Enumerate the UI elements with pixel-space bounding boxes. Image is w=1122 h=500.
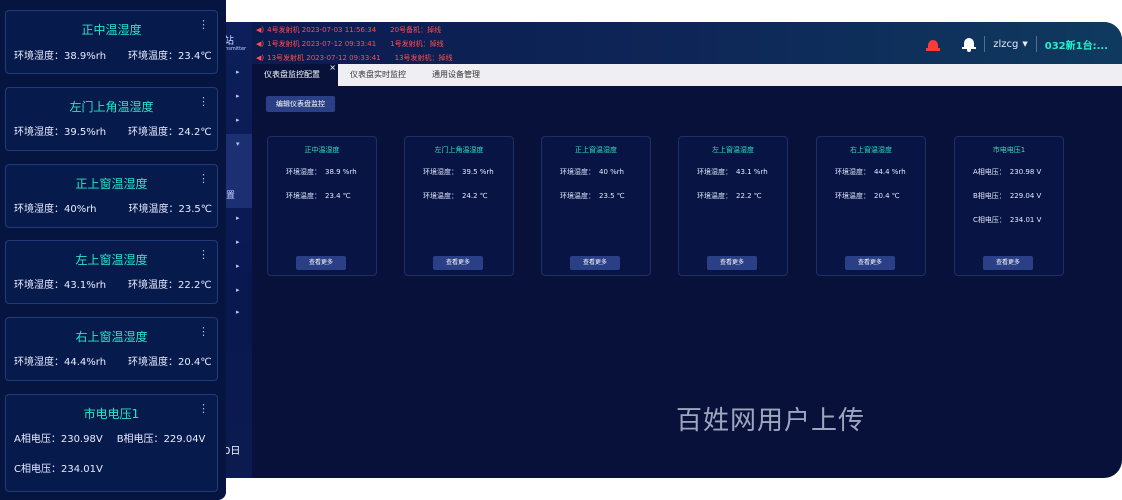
sidebar-item-6[interactable]: ▸: [236, 238, 240, 246]
more-options-icon[interactable]: ⋮: [198, 403, 209, 415]
card-row: 环境温度： 23.4 ℃: [286, 192, 351, 200]
sidebar-item-1[interactable]: ▸: [236, 68, 240, 76]
tab-device-management[interactable]: 通用设备管理: [420, 64, 492, 86]
widget-card-power: 市电电压1 ⋮ A相电压：230.98V B相电压：229.04V C相电压：23…: [5, 394, 218, 492]
view-more-button[interactable]: 查看更多: [570, 256, 620, 270]
widget-row: 环境湿度：44.4%rh 环境温度：20.4℃: [14, 357, 212, 368]
widget-panel: 正中温湿度 ⋮ 环境湿度：38.9%rh 环境温度：23.4℃ 左门上角温湿度 ⋮…: [0, 0, 226, 500]
app-window: 站 ransmitter ▸ ▸ ▸ ▾ 置 ▸ ▸ ▸ ▸ ▸ 0日 ◀) 4号…: [190, 22, 1122, 478]
card-row: A相电压： 230.98 V: [973, 168, 1042, 176]
sidebar-item-7[interactable]: ▸: [236, 262, 240, 270]
chevron-down-icon[interactable]: ▼: [1022, 40, 1027, 48]
speaker-icon: ◀): [256, 54, 265, 62]
tab-bar: 仪表盘监控配置 × 仪表盘实时监控 通用设备管理: [252, 63, 1122, 86]
speaker-icon: ◀): [256, 40, 265, 48]
sidebar-active-item[interactable]: 置: [226, 188, 235, 201]
station-selector[interactable]: 032新1台:...: [1045, 37, 1108, 52]
widget-card: 正中温湿度 ⋮ 环境湿度：38.9%rh 环境温度：23.4℃: [5, 10, 218, 74]
view-more-button[interactable]: 查看更多: [845, 256, 895, 270]
dashboard-card: 正上窗温湿度 环境湿度： 40 %rh 环境温度： 23.5 ℃ 查看更多: [541, 136, 651, 276]
dashboard-card: 右上窗温湿度 环境湿度： 44.4 %rh 环境温度： 20.4 ℃ 查看更多: [816, 136, 926, 276]
edit-dashboard-button[interactable]: 编辑仪表盘监控: [266, 96, 335, 112]
view-more-button[interactable]: 查看更多: [433, 256, 483, 270]
widget-title: 右上窗温湿度: [75, 330, 148, 344]
bell-icon[interactable]: [962, 37, 977, 52]
card-row: 环境温度： 20.4 ℃: [835, 192, 900, 200]
widget-card: 正上窗温湿度 ⋮ 环境湿度：40%rh 环境温度：23.5℃: [5, 164, 218, 228]
card-row: 环境湿度： 44.4 %rh: [835, 168, 906, 176]
alarm-line[interactable]: ◀) 1号发射机 2023-07-12 09:33:41 1号发射机：掉线: [256, 39, 444, 49]
card-row: B相电压： 229.04 V: [973, 192, 1042, 200]
widget-row: A相电压：230.98V B相电压：229.04V: [14, 434, 206, 445]
card-row: 环境湿度： 43.1 %rh: [697, 168, 768, 176]
more-options-icon[interactable]: ⋮: [198, 19, 209, 31]
widget-title: 左门上角温湿度: [69, 100, 154, 114]
date-fragment: 0日: [224, 446, 241, 457]
card-row: 环境湿度： 39.5 %rh: [423, 168, 494, 176]
alarm-line[interactable]: ◀) 13号发射机 2023-07-12 09:33:41 13号发射机：掉线: [256, 53, 453, 63]
card-title: 右上窗温湿度: [850, 146, 892, 154]
more-options-icon[interactable]: ⋮: [198, 173, 209, 185]
tab-dashboard-config[interactable]: 仪表盘监控配置 ×: [252, 63, 338, 86]
speaker-icon: ◀): [256, 26, 265, 34]
sidebar-item-8[interactable]: ▸: [236, 286, 240, 294]
dashboard-card: 市电电压1 A相电压： 230.98 V B相电压： 229.04 V C相电压： 2…: [954, 136, 1064, 276]
more-options-icon[interactable]: ⋮: [198, 249, 209, 261]
card-row: C相电压： 234.01 V: [973, 216, 1042, 224]
widget-title: 市电电压1: [83, 407, 140, 421]
close-icon[interactable]: ×: [329, 57, 336, 79]
tab-dashboard-realtime[interactable]: 仪表盘实时监控: [338, 64, 418, 86]
more-options-icon[interactable]: ⋮: [198, 326, 209, 338]
divider: [1035, 36, 1037, 52]
dashboard-card: 左门上角温湿度 环境湿度： 39.5 %rh 环境温度： 24.2 ℃ 查看更多: [404, 136, 514, 276]
card-row: 环境温度： 24.2 ℃: [423, 192, 488, 200]
widget-title: 正上窗温湿度: [75, 177, 148, 191]
card-title: 正上窗温湿度: [575, 146, 617, 154]
widget-row: 环境湿度：40%rh 环境温度：23.5℃: [14, 204, 212, 215]
alarm-siren-icon[interactable]: [926, 38, 941, 51]
card-row: 环境温度： 22.2 ℃: [697, 192, 762, 200]
card-row: 环境温度： 23.5 ℃: [560, 192, 625, 200]
dashboard-card: 正中温湿度 环境湿度： 38.9 %rh 环境温度： 23.4 ℃ 查看更多: [267, 136, 377, 276]
widget-row: C相电压：234.01V: [14, 464, 103, 475]
widget-row: 环境湿度：43.1%rh 环境温度：22.2℃: [14, 280, 212, 291]
dashboard-card: 左上窗温湿度 环境湿度： 43.1 %rh 环境温度： 22.2 ℃ 查看更多: [678, 136, 788, 276]
view-more-button[interactable]: 查看更多: [296, 256, 346, 270]
sidebar-item-4-expanded[interactable]: ▾: [236, 140, 240, 148]
user-menu[interactable]: zlzcg: [993, 39, 1018, 50]
sidebar-item-2[interactable]: ▸: [236, 92, 240, 100]
top-right-tools: zlzcg ▼ 032新1台:...: [926, 34, 1108, 54]
card-row: 环境湿度： 40 %rh: [560, 168, 624, 176]
widget-row: 环境湿度：38.9%rh 环境温度：23.4℃: [14, 51, 212, 62]
card-title: 左门上角温湿度: [434, 146, 484, 154]
sidebar-item-9[interactable]: ▸: [236, 308, 240, 316]
sidebar-item-3[interactable]: ▸: [236, 116, 240, 124]
watermark-text: 百姓网用户上传: [676, 406, 866, 436]
widget-title: 正中温湿度: [81, 23, 142, 37]
view-more-button[interactable]: 查看更多: [983, 256, 1033, 270]
card-row: 环境湿度： 38.9 %rh: [286, 168, 357, 176]
alarm-line[interactable]: ◀) 4号发射机 2023-07-03 11:56:34 20号备机：掉线: [256, 25, 441, 35]
widget-card: 右上窗温湿度 ⋮ 环境湿度：44.4%rh 环境温度：20.4℃: [5, 317, 218, 381]
widget-card: 左门上角温湿度 ⋮ 环境湿度：39.5%rh 环境温度：24.2℃: [5, 87, 218, 151]
sidebar-item-5[interactable]: ▸: [236, 214, 240, 222]
more-options-icon[interactable]: ⋮: [198, 96, 209, 108]
card-title: 左上窗温湿度: [712, 146, 754, 154]
view-more-button[interactable]: 查看更多: [707, 256, 757, 270]
widget-row: 环境湿度：39.5%rh 环境温度：24.2℃: [14, 127, 212, 138]
card-title: 正中温湿度: [304, 146, 340, 154]
widget-card: 左上窗温湿度 ⋮ 环境湿度：43.1%rh 环境温度：22.2℃: [5, 240, 218, 304]
top-bar: ◀) 4号发射机 2023-07-03 11:56:34 20号备机：掉线 ◀) 1号…: [252, 22, 1122, 64]
card-title: 市电电压1: [992, 146, 1026, 154]
widget-title: 左上窗温湿度: [75, 253, 148, 267]
divider: [984, 36, 986, 52]
